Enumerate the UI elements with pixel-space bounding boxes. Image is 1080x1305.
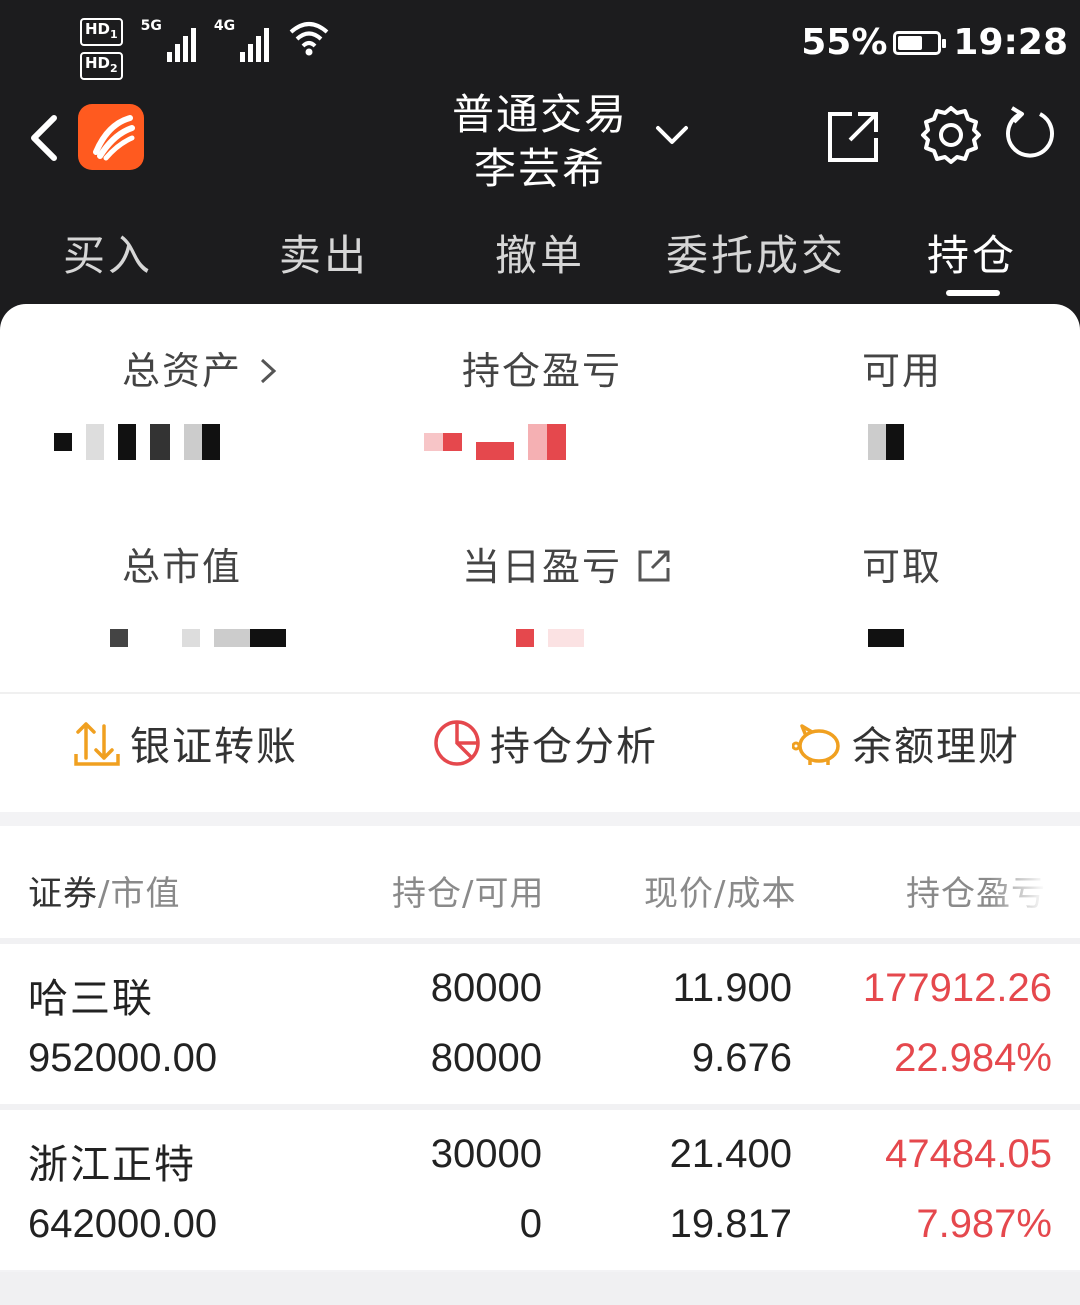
security-name: 浙江正特 (28, 1142, 196, 1188)
market-value-label: 总市值 (122, 545, 243, 589)
tab-positions[interactable]: 持仓 (927, 222, 1017, 283)
withdrawable-masked (868, 620, 904, 656)
position-pnl-label: 持仓盈亏 (462, 349, 623, 393)
trade-tabs: 买入 卖出 撤单 委托成交 持仓 (0, 222, 1080, 302)
status-bar: HD1 HD2 5G 4G 55% 19:28 (0, 0, 1080, 90)
battery-icon (893, 30, 947, 55)
app-logo (78, 104, 144, 170)
position-qty: 80000 (430, 966, 542, 1010)
position-pnl-value-masked (424, 424, 566, 460)
account-name: 李芸希 (473, 144, 606, 193)
available-qty: 0 (519, 1202, 542, 1246)
tab-orders-fills[interactable]: 委托成交 (666, 222, 846, 283)
wealth-management-button[interactable]: 余额理财 (792, 714, 1020, 772)
security-name: 哈三联 (28, 976, 154, 1022)
position-pnl-percent: 7.987% (916, 1202, 1052, 1246)
bank-transfer-button[interactable]: 银证转账 (72, 714, 298, 772)
header-price-cost[interactable]: 现价/成本 (644, 866, 796, 915)
pie-chart-icon (434, 720, 480, 766)
cost-price: 19.817 (669, 1202, 792, 1246)
back-arrow-icon[interactable] (22, 108, 72, 168)
tab-sell[interactable]: 卖出 (279, 222, 369, 283)
chevron-right-icon (261, 358, 277, 384)
signal-5g-icon: 5G (141, 18, 196, 62)
holdings-table: 证券/市值 持仓/可用 现价/成本 持仓盈亏 哈三联 952000.00 800… (0, 826, 1080, 1270)
market-value-masked (110, 620, 286, 656)
cost-price: 9.676 (691, 1036, 792, 1080)
header-pnl[interactable]: 持仓盈亏 (906, 866, 1046, 915)
total-assets-link[interactable]: 总资产 (122, 340, 280, 395)
share-icon[interactable] (824, 108, 882, 166)
current-price: 21.400 (669, 1132, 792, 1176)
row-divider (0, 938, 1080, 944)
list-footer (0, 1272, 1080, 1305)
available-qty: 80000 (430, 1036, 542, 1080)
daily-pnl-link[interactable]: 当日盈亏 (462, 536, 672, 591)
position-analysis-button[interactable]: 持仓分析 (432, 714, 658, 772)
tab-cancel-order[interactable]: 撤单 (495, 222, 585, 283)
row-divider (0, 1104, 1080, 1110)
hd-badge-1: HD1 (80, 18, 123, 46)
tab-buy[interactable]: 买入 (63, 222, 153, 283)
refresh-icon[interactable] (1000, 104, 1060, 166)
wifi-icon (289, 22, 329, 56)
app-header: HD1 HD2 5G 4G 55% 19:28 普通交易 李芸希 买入 卖出 撤… (0, 0, 1080, 330)
position-pnl: 47484.05 (885, 1132, 1052, 1176)
account-summary-card: 总资产 持仓盈亏 可用 总市值 当日盈亏 可取 银证转账 持仓分析 余额理财 (0, 304, 1080, 812)
current-price: 11.900 (672, 966, 792, 1010)
account-switcher[interactable]: 普通交易 李芸希 (440, 88, 640, 196)
piggy-bank-icon (792, 724, 840, 765)
position-qty: 30000 (430, 1132, 542, 1176)
battery-percent: 55% (801, 22, 888, 63)
market-value: 642000.00 (28, 1202, 218, 1246)
daily-pnl-masked (516, 620, 584, 656)
available-value-masked (868, 424, 904, 460)
chevron-down-icon[interactable] (652, 118, 692, 154)
market-value: 952000.00 (28, 1036, 218, 1080)
clock: 19:28 (953, 22, 1068, 63)
page-title: 普通交易 (451, 90, 628, 139)
total-assets-value-masked (54, 424, 220, 460)
summary-divider (0, 692, 1080, 694)
signal-4g-icon: 4G (214, 18, 270, 62)
external-link-icon (638, 550, 670, 582)
position-pnl: 177912.26 (862, 966, 1052, 1010)
header-position-available[interactable]: 持仓/可用 (392, 866, 544, 915)
header-security[interactable]: 证券/市值 (28, 866, 180, 915)
withdrawable-label: 可取 (862, 545, 943, 589)
available-label: 可用 (862, 349, 943, 393)
transfer-icon (74, 722, 120, 766)
hd-badge-2: HD2 (80, 52, 123, 80)
position-pnl-percent: 22.984% (894, 1036, 1052, 1080)
active-tab-indicator (946, 290, 1000, 296)
gear-icon[interactable] (920, 104, 982, 166)
